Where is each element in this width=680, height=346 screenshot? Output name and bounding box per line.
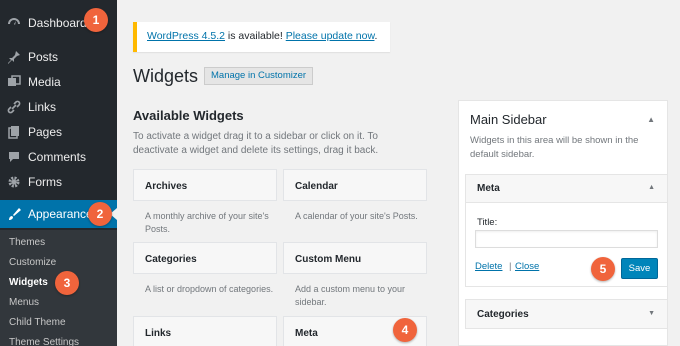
widget-archives[interactable]: Archives xyxy=(133,169,277,201)
save-button[interactable]: Save xyxy=(621,258,658,279)
menu-label: Posts xyxy=(28,50,59,64)
menu-item-pages[interactable]: Pages xyxy=(0,120,117,144)
manage-in-customizer-button[interactable]: Manage in Customizer xyxy=(204,67,314,85)
widget-description: A monthly archive of your site's Posts. xyxy=(145,211,269,234)
media-icon xyxy=(7,75,21,89)
menu-label: Links xyxy=(28,100,57,114)
gear-icon xyxy=(7,175,21,189)
expand-arrow-icon[interactable]: ▼ xyxy=(648,310,655,317)
main-sidebar-title: Main Sidebar xyxy=(470,112,547,127)
menu-label: Comments xyxy=(28,150,87,164)
close-link[interactable]: Close xyxy=(515,261,539,272)
menu-item-posts[interactable]: Posts xyxy=(0,45,117,69)
pages-icon xyxy=(7,125,21,139)
meta-widget-title: Meta xyxy=(477,183,500,194)
pin-icon xyxy=(7,50,21,64)
submenu-item-widgets[interactable]: Widgets xyxy=(9,277,48,288)
notice-end: . xyxy=(374,30,378,42)
admin-sidebar: Dashboard Posts Media Links Pages Commen… xyxy=(0,0,117,346)
update-notice: WordPress 4.5.2 is available! Please upd… xyxy=(133,22,390,52)
widget-custom-menu[interactable]: Custom Menu xyxy=(283,242,427,274)
collapse-arrow-icon[interactable]: ▲ xyxy=(647,115,655,124)
page-title: Widgets xyxy=(133,66,199,86)
collapse-arrow-icon[interactable]: ▲ xyxy=(648,184,655,191)
link-icon xyxy=(7,100,21,114)
categories-widget-title: Categories xyxy=(477,309,529,320)
comment-icon xyxy=(7,150,21,164)
widget-description: A calendar of your site's Posts. xyxy=(295,211,418,221)
available-widgets-heading: Available Widgets xyxy=(133,108,244,123)
title-field-label: Title: xyxy=(477,217,498,228)
submenu-item-themes[interactable]: Themes xyxy=(9,237,45,248)
submenu-item-customize[interactable]: Customize xyxy=(9,257,56,268)
categories-widget[interactable]: Categories ▼ xyxy=(465,299,668,329)
dashboard-icon xyxy=(7,16,21,30)
step-badge: 5 xyxy=(591,257,615,281)
available-widgets-description: To activate a widget drag it to a sideba… xyxy=(133,131,379,156)
submenu-item-menus[interactable]: Menus xyxy=(9,297,39,308)
menu-item-comments[interactable]: Comments xyxy=(0,145,117,169)
title-field[interactable] xyxy=(475,230,658,248)
menu-label: Forms xyxy=(28,175,62,189)
meta-widget-header[interactable]: Meta ▲ xyxy=(466,175,667,203)
main-sidebar-description: Widgets in this area will be shown in th… xyxy=(470,135,639,160)
menu-item-media[interactable]: Media xyxy=(0,70,117,94)
widget-links[interactable]: Links xyxy=(133,316,277,346)
notice-text: is available! xyxy=(225,30,286,42)
step-badge: 3 xyxy=(55,271,79,295)
link-separator: | xyxy=(509,261,512,272)
step-badge: 1 xyxy=(84,8,108,32)
version-link[interactable]: WordPress 4.5.2 xyxy=(147,30,225,42)
widget-calendar[interactable]: Calendar xyxy=(283,169,427,201)
menu-label: Appearance xyxy=(28,207,93,221)
widget-categories[interactable]: Categories xyxy=(133,242,277,274)
menu-item-forms[interactable]: Forms xyxy=(0,170,117,194)
update-now-link[interactable]: Please update now xyxy=(286,30,375,42)
submenu-item-child-theme[interactable]: Child Theme xyxy=(9,317,66,328)
brush-icon xyxy=(7,207,21,221)
submenu-item-theme-settings[interactable]: Theme Settings xyxy=(9,337,79,346)
delete-link[interactable]: Delete xyxy=(475,261,502,272)
step-badge: 4 xyxy=(393,318,417,342)
meta-widget-form: Meta ▲ Title: Delete | Close Save xyxy=(465,174,668,287)
menu-label: Pages xyxy=(28,125,63,139)
menu-label: Dashboard xyxy=(28,16,87,30)
menu-item-links[interactable]: Links xyxy=(0,95,117,119)
widget-description: A list or dropdown of categories. xyxy=(145,284,274,294)
step-badge: 2 xyxy=(88,202,112,226)
menu-label: Media xyxy=(28,75,61,89)
widget-description: Add a custom menu to your sidebar. xyxy=(295,284,406,307)
